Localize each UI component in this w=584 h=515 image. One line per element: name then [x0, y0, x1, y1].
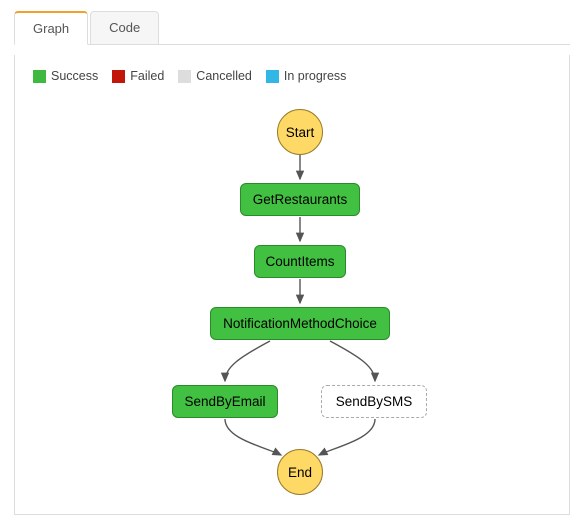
legend-inprogress: In progress: [266, 69, 347, 83]
node-get-restaurants[interactable]: GetRestaurants: [240, 183, 360, 216]
tab-graph[interactable]: Graph: [14, 11, 88, 45]
legend-success: Success: [33, 69, 98, 83]
swatch-failed-icon: [112, 70, 125, 83]
node-count-items-label: CountItems: [265, 254, 334, 269]
node-send-by-email-label: SendByEmail: [184, 394, 265, 409]
legend-failed-label: Failed: [130, 69, 164, 83]
node-end[interactable]: End: [277, 449, 323, 495]
workflow-graph: Start GetRestaurants CountItems Notifica…: [25, 89, 559, 489]
legend-failed: Failed: [112, 69, 164, 83]
workflow-viewer: Graph Code Success Failed Cancelled In p…: [0, 0, 584, 510]
node-start[interactable]: Start: [277, 109, 323, 155]
graph-panel: Success Failed Cancelled In progress: [14, 55, 570, 515]
legend-cancelled: Cancelled: [178, 69, 252, 83]
swatch-success-icon: [33, 70, 46, 83]
node-send-by-email[interactable]: SendByEmail: [172, 385, 278, 418]
legend-cancelled-label: Cancelled: [196, 69, 252, 83]
node-end-label: End: [288, 465, 312, 480]
node-notification-method-choice[interactable]: NotificationMethodChoice: [210, 307, 390, 340]
node-send-by-sms-label: SendBySMS: [336, 394, 413, 409]
legend-inprogress-label: In progress: [284, 69, 347, 83]
node-start-label: Start: [286, 125, 315, 140]
node-count-items[interactable]: CountItems: [254, 245, 346, 278]
node-send-by-sms[interactable]: SendBySMS: [321, 385, 427, 418]
legend: Success Failed Cancelled In progress: [25, 69, 559, 83]
node-notification-method-choice-label: NotificationMethodChoice: [223, 316, 377, 331]
legend-success-label: Success: [51, 69, 98, 83]
tab-bar: Graph Code: [14, 10, 570, 45]
swatch-cancelled-icon: [178, 70, 191, 83]
swatch-inprogress-icon: [266, 70, 279, 83]
node-get-restaurants-label: GetRestaurants: [253, 192, 348, 207]
tab-code[interactable]: Code: [90, 11, 159, 45]
